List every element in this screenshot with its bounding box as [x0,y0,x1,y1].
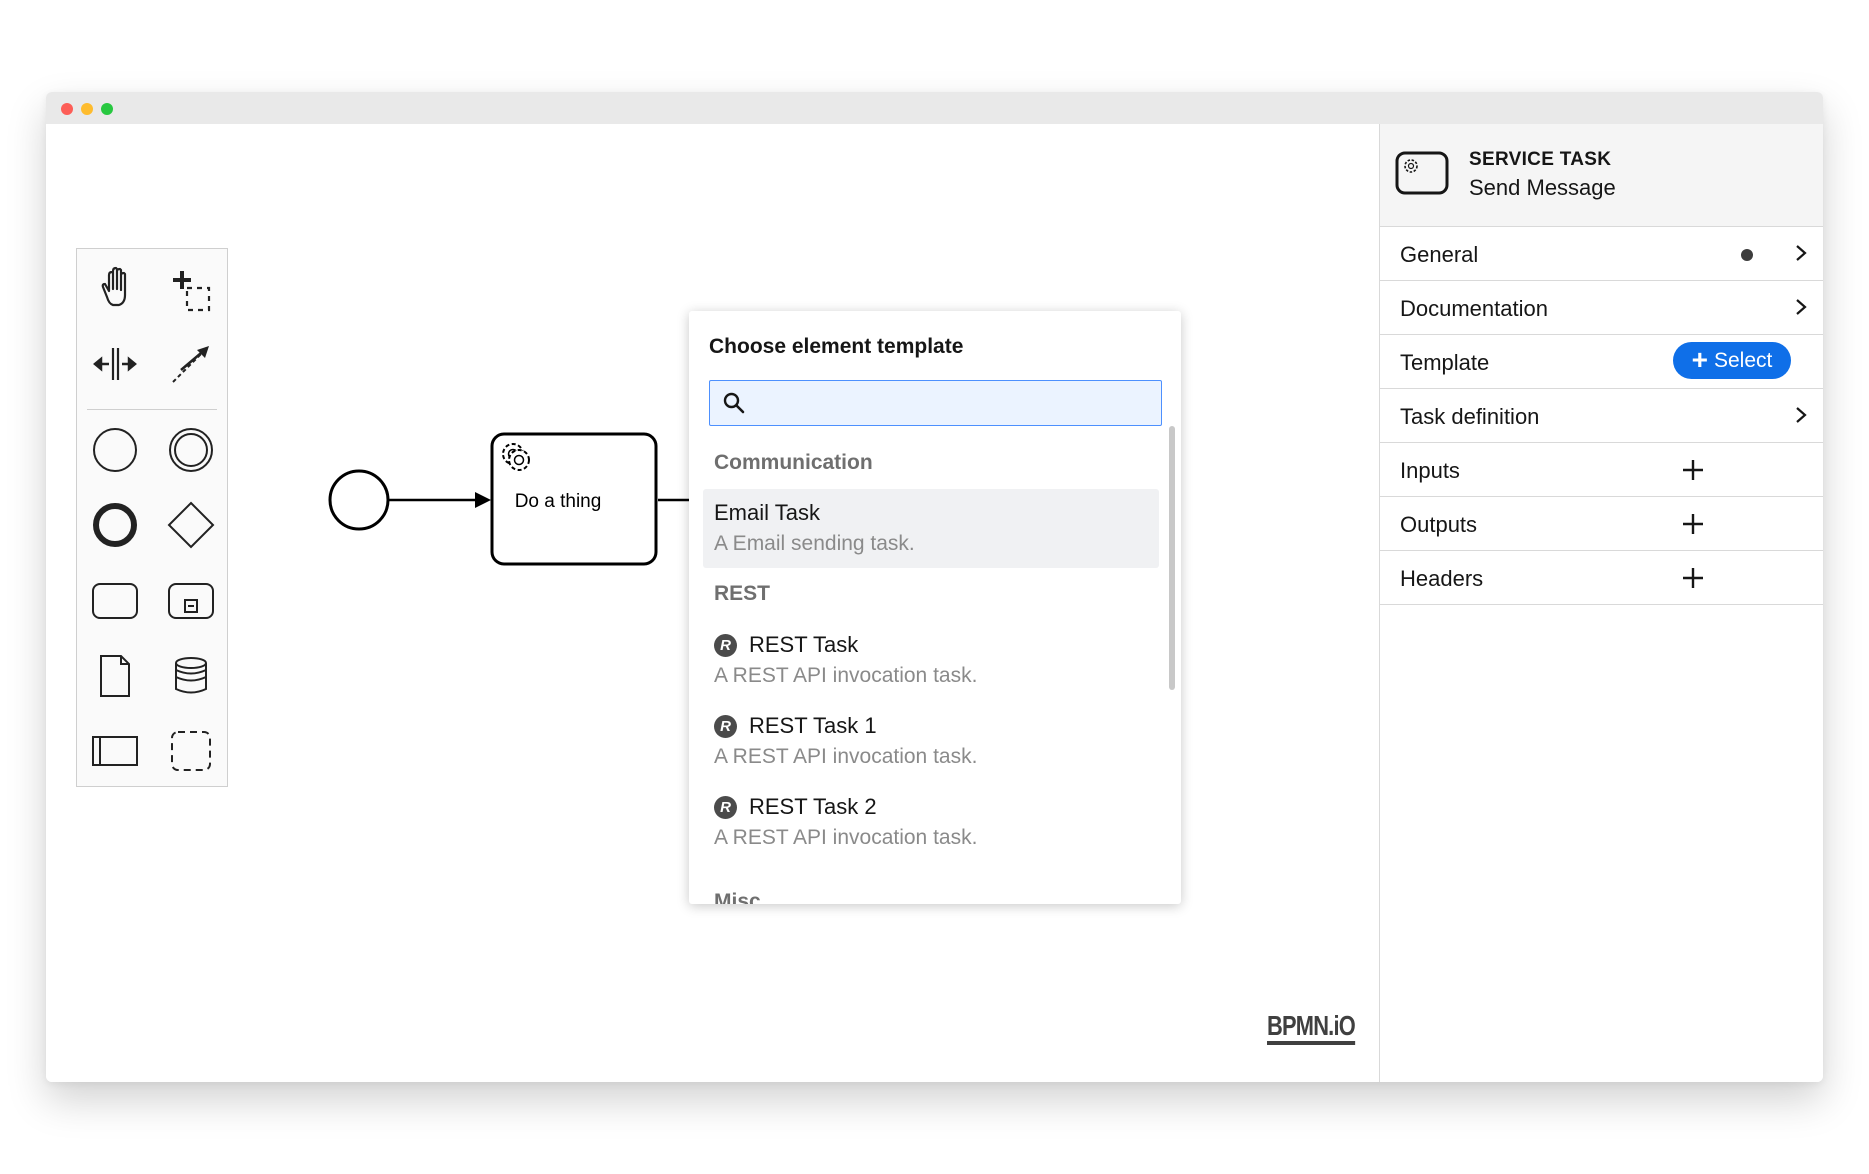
group-task-definition[interactable]: Task definition [1380,389,1823,443]
group-label: Headers [1400,566,1484,591]
entry-name: REST Task [749,632,859,657]
title-bar [46,92,1823,124]
rest-icon: R [714,633,737,657]
entry-description: A REST API invocation task. [714,745,978,768]
search-icon [723,392,745,414]
group-title-communication: Communication [714,451,873,474]
group-title-rest: REST [714,582,771,605]
group-label: Outputs [1400,512,1478,537]
entry-name: REST Task 1 [749,713,877,738]
panel-header: SERVICE TASK Send Message [1380,124,1823,227]
popup-scrollbar[interactable] [1169,426,1175,690]
group-documentation[interactable]: Documentation [1380,281,1823,335]
group-inputs[interactable]: Inputs [1380,443,1823,497]
group-headers[interactable]: Headers [1380,551,1823,605]
group-label: Template [1400,350,1490,375]
template-entry-rest-task-1[interactable]: R REST Task 1 A REST API invocation task. [703,702,1159,781]
search-field[interactable] [709,380,1162,426]
entry-description: A REST API invocation task. [714,826,978,849]
service-task-icon [1395,151,1449,195]
entry-name: Email Task [714,500,820,525]
add-output-icon[interactable] [1680,511,1706,537]
search-input[interactable] [754,387,1158,421]
group-label: Task definition [1400,404,1540,429]
rest-icon: R [714,795,737,819]
group-general[interactable]: General [1380,227,1823,281]
element-type: SERVICE TASK [1469,149,1612,170]
properties-panel: SERVICE TASK Send Message General Docume… [1379,124,1823,1082]
element-template-chooser: Choose element template Communication Em… [689,311,1181,904]
group-label: General [1400,242,1479,267]
group-title-misc: Misc [714,890,761,904]
chevron-right-icon[interactable] [1791,242,1811,264]
close-window-button[interactable] [61,103,73,115]
element-name: Send Message [1469,175,1616,200]
group-label: Inputs [1400,458,1460,483]
select-template-button[interactable]: + Select [1673,342,1791,379]
group-template[interactable]: Template + Select [1380,335,1823,389]
entry-name: REST Task 2 [749,794,877,819]
chevron-right-icon[interactable] [1791,404,1811,426]
template-entry-rest-task[interactable]: R REST Task A REST API invocation task. [703,621,1159,700]
bpmn-io-logo[interactable]: BPMN.iO [1267,1011,1356,1045]
chevron-right-icon[interactable] [1791,296,1811,318]
minimize-window-button[interactable] [81,103,93,115]
add-input-icon[interactable] [1680,457,1706,483]
app-window: Do a thing BPMN.iO Choose element templa… [46,92,1823,1082]
maximize-window-button[interactable] [101,103,113,115]
start-event[interactable] [328,469,390,531]
sequence-flow-arrow [475,492,491,508]
popup-title: Choose element template [709,335,964,358]
group-outputs[interactable]: Outputs [1380,497,1823,551]
add-header-icon[interactable] [1680,565,1706,591]
rest-icon: R [714,714,737,738]
entry-description: A REST API invocation task. [714,664,978,687]
plus-icon: + [1691,343,1708,375]
task-label: Do a thing [514,491,602,512]
data-marker-icon [1741,249,1753,261]
group-label: Documentation [1400,296,1548,321]
template-entry-email-task[interactable]: Email Task A Email sending task. [703,489,1159,568]
entry-description: A Email sending task. [714,532,915,555]
template-entry-rest-task-2[interactable]: R REST Task 2 A REST API invocation task. [703,783,1159,862]
